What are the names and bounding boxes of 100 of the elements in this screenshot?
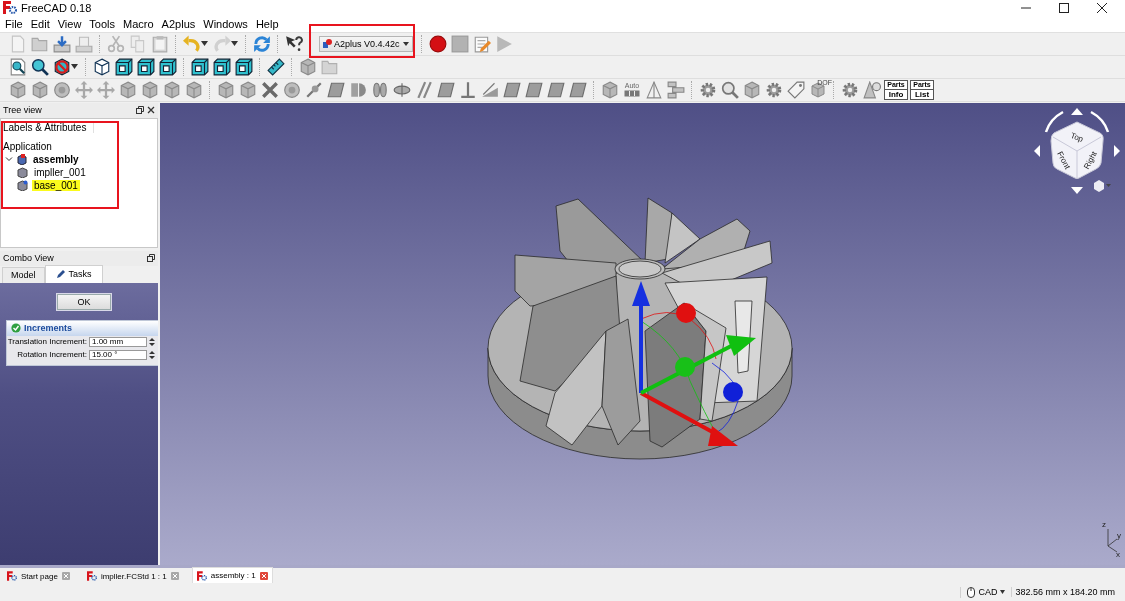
cross-icon[interactable] — [261, 80, 279, 99]
part-icon — [17, 179, 28, 191]
tab[interactable]: Model — [2, 266, 45, 283]
plane-icon[interactable] — [327, 80, 345, 99]
caret-icon — [1000, 590, 1006, 594]
transform-gizmo-drawing[interactable] — [632, 280, 756, 446]
menu-item[interactable]: Tools — [86, 17, 121, 30]
spinner-icon[interactable] — [149, 349, 155, 360]
angle-icon[interactable] — [481, 80, 499, 99]
draw-style-icon[interactable] — [53, 57, 71, 76]
axis-triad-icon — [1107, 528, 1118, 553]
ok-button[interactable]: OK — [57, 293, 111, 310]
line-icon[interactable] — [305, 80, 323, 99]
assembly-icon — [16, 153, 27, 165]
caret-icon[interactable] — [201, 41, 208, 47]
tree-item[interactable]: impller_001 — [32, 166, 88, 178]
dimensions-text: 382.56 mm x 184.20 mm — [1011, 587, 1115, 597]
window-title: FreeCAD 0.18 — [21, 2, 93, 14]
zoom-icon[interactable] — [31, 57, 49, 76]
cube-face-label[interactable]: Front — [1055, 149, 1072, 171]
wireframe-cube-icon[interactable] — [93, 57, 111, 76]
box-icon[interactable] — [601, 80, 619, 99]
workbench-dropdown[interactable]: A2plus V0.4.42c — [319, 35, 413, 52]
cube-icon[interactable] — [191, 57, 209, 76]
gear-icon[interactable] — [841, 80, 859, 99]
tree-icon[interactable] — [863, 80, 881, 99]
menu-item[interactable]: View — [54, 17, 87, 30]
half-disc-icon[interactable] — [349, 80, 367, 99]
panel-title: Combo View — [3, 253, 55, 264]
axis-label: z — [1102, 519, 1106, 529]
caret-icon[interactable] — [231, 41, 238, 47]
clipboard-icon[interactable] — [151, 34, 169, 53]
app-logo-icon — [3, 1, 17, 15]
plane-icon[interactable] — [569, 80, 587, 99]
tag-icon[interactable] — [787, 80, 805, 99]
notepad-icon[interactable] — [473, 34, 491, 53]
menu-item[interactable]: Edit — [27, 17, 55, 30]
column-header: Labels & Attributes — [1, 121, 94, 133]
caret-icon — [403, 41, 409, 46]
cube-icon[interactable] — [115, 57, 133, 76]
view-menu-icon[interactable] — [1094, 179, 1111, 192]
table-icon — [624, 90, 640, 98]
zoom-fit-icon[interactable] — [9, 57, 27, 76]
cube-icon[interactable] — [159, 57, 177, 76]
part-icon — [17, 166, 28, 178]
record-icon[interactable] — [429, 34, 447, 53]
field-label: Rotation Increment: — [16, 350, 88, 360]
menu-item[interactable]: Help — [252, 17, 284, 30]
float-icon[interactable] — [136, 106, 144, 115]
ellipse-icon[interactable] — [371, 80, 389, 99]
triangle-icon[interactable] — [645, 80, 663, 99]
plane-icon[interactable] — [525, 80, 543, 99]
pencil-icon — [55, 269, 66, 280]
gear-icon[interactable] — [765, 80, 783, 99]
save-icon[interactable] — [53, 34, 71, 53]
hierarchy-icon[interactable] — [667, 80, 685, 99]
menu-item[interactable]: Windows — [200, 17, 253, 30]
input-field[interactable]: 1.00 mm — [89, 336, 147, 347]
caret-icon[interactable] — [71, 64, 78, 70]
search-icon[interactable] — [721, 80, 739, 99]
help-pointer-icon[interactable] — [285, 34, 303, 53]
axis-label: x — [1116, 549, 1120, 559]
spinner-icon[interactable] — [149, 336, 155, 347]
tree-item[interactable]: assembly — [31, 153, 81, 165]
close-icon[interactable] — [147, 106, 155, 115]
app-logo-icon — [7, 571, 17, 581]
cube-icon[interactable] — [213, 57, 231, 76]
plane-icon[interactable] — [437, 80, 455, 99]
gear-icon[interactable] — [699, 80, 717, 99]
tree-root: Application — [2, 139, 53, 153]
app-logo-icon — [86, 571, 97, 581]
app-logo-icon — [196, 570, 207, 581]
input-field[interactable]: 15.00 ° — [89, 349, 147, 360]
box-icon[interactable] — [743, 80, 761, 99]
orbit-arrows-icon[interactable] — [1034, 107, 1120, 194]
perpendicular-icon[interactable] — [459, 80, 477, 99]
3d-viewport[interactable]: Top Front Right z y x — [160, 102, 1125, 565]
cube-face-label[interactable]: Top — [1069, 130, 1085, 144]
panel-title: Tree view — [3, 105, 43, 116]
plane-icon[interactable] — [547, 80, 565, 99]
axis-label: y — [1117, 530, 1121, 540]
disc-icon[interactable] — [393, 80, 411, 99]
ruler-icon[interactable] — [267, 57, 285, 76]
cube-icon[interactable] — [235, 57, 253, 76]
float-icon[interactable] — [147, 254, 155, 263]
cube-face-label[interactable]: Right — [1082, 149, 1099, 171]
menu-item[interactable]: A2plus — [158, 17, 201, 30]
tree-item[interactable]: base_001 — [32, 179, 80, 191]
document-tab[interactable]: assembly : 1 — [191, 567, 273, 583]
menu-item[interactable]: Macro — [120, 17, 159, 30]
parallel-icon[interactable] — [415, 80, 433, 99]
plane-icon[interactable] — [503, 80, 521, 99]
box-icon[interactable] — [299, 57, 317, 76]
navigation-cube[interactable] — [1050, 121, 1104, 179]
cube-icon[interactable] — [137, 57, 155, 76]
navigation-style-button[interactable]: CAD — [960, 586, 1012, 598]
field-label: Translation Increment: — [7, 337, 88, 347]
chevron-icon[interactable] — [5, 155, 13, 164]
section-title: Increments — [24, 323, 73, 334]
menu-item[interactable]: File — [2, 17, 28, 30]
